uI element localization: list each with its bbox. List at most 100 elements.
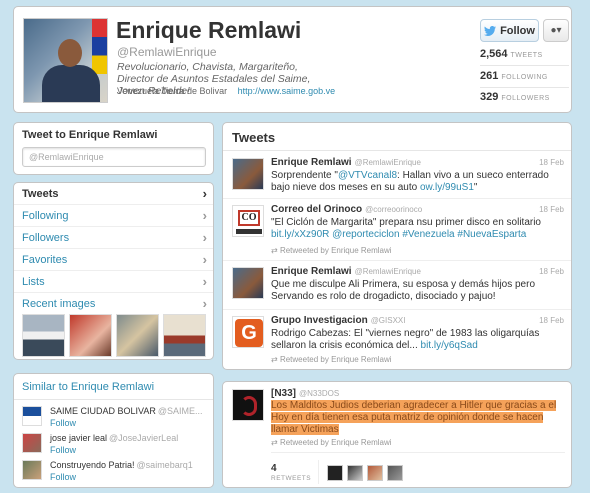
retweet-icon: ⇄ (271, 438, 280, 447)
stat-following-label: FOLLOWING (501, 74, 548, 81)
profile-location-line: Venezuela Tierra de Bolivar http://www.s… (117, 86, 335, 96)
stat-tweets[interactable]: 2,564 TWEETS (480, 48, 543, 60)
avatar[interactable] (232, 158, 264, 190)
retweeter-avatar[interactable] (387, 465, 403, 481)
retweet-count[interactable]: 4 (271, 463, 277, 474)
similar-user-row[interactable]: SAIME CIUDAD BOLIVAR @SAIME... Follow (22, 406, 212, 434)
correo-logo-text (236, 229, 262, 234)
chevron-right-icon: › (202, 230, 207, 245)
profile-url-link[interactable]: http://www.saime.gob.ve (238, 86, 336, 96)
mention-link[interactable]: @VTVcanal8 (338, 170, 397, 181)
tweets-title: Tweets (232, 130, 276, 145)
url-link[interactable]: ow.ly/99uS1 (420, 182, 474, 193)
follow-link[interactable]: Follow (50, 472, 76, 482)
avatar[interactable] (22, 460, 42, 480)
correo-logo: CO (238, 210, 260, 226)
profile-handle: @RemlawiEnrique (117, 45, 217, 59)
similar-user-name-line: jose javier leal @JoseJavierLeal (50, 433, 178, 443)
tweet-date[interactable]: 18 Feb (539, 205, 564, 214)
tweet-author-line: Enrique Remlawi @RemlawiEnrique (271, 266, 421, 277)
similar-user-name[interactable]: Construyendo Patria! (50, 460, 135, 470)
follow-link[interactable]: Follow (50, 445, 76, 455)
tweet-author-handle: @correoorinoco (365, 205, 423, 214)
tweet-author-handle: @RemlawiEnrique (354, 267, 421, 276)
tweet-item[interactable]: G Grupo Investigacion @GISXXI 18 Feb Rodr… (223, 310, 571, 369)
similar-user-row[interactable]: Construyendo Patria! @saimebarq1 Follow (22, 460, 212, 487)
url-link[interactable]: bit.ly/xXz90R (271, 229, 329, 240)
expanded-tweet[interactable]: [N33] @N33DOS Los Malditos Judios deberia… (222, 381, 572, 488)
nav-item-label: Following (22, 210, 69, 222)
avatar[interactable]: G (232, 316, 264, 348)
avatar[interactable] (232, 267, 264, 299)
nav-item-label: Lists (22, 276, 45, 288)
tweet-author-name[interactable]: Enrique Remlawi (271, 157, 352, 168)
hashtag-link[interactable]: #Venezuela (402, 229, 454, 240)
nav-item-recent-images[interactable]: Recent images › (14, 293, 213, 315)
divider (14, 399, 213, 400)
mention-link[interactable]: @reporteciclon (332, 229, 399, 240)
tweet-author-name[interactable]: Grupo Investigacion (271, 315, 368, 326)
tweet-date[interactable]: 18 Feb (539, 158, 564, 167)
stat-tweets-label: TWEETS (510, 52, 543, 59)
retweeted-by[interactable]: ⇄ Retweeted by Enrique Remlawi (271, 438, 392, 447)
similar-title[interactable]: Similar to Enrique Remlawi (22, 381, 154, 393)
retweeter-avatar[interactable] (347, 465, 363, 481)
tweet-date[interactable]: 18 Feb (539, 316, 564, 325)
recent-image-thumb[interactable] (163, 314, 206, 357)
avatar[interactable]: CO (232, 205, 264, 237)
avatar-head (58, 39, 82, 67)
follow-button[interactable]: Follow (480, 19, 539, 42)
retweeted-by-label: Retweeted by Enrique Remlawi (279, 246, 392, 255)
retweeted-by-label: Retweeted by Enrique Remlawi (279, 438, 392, 447)
divider (271, 452, 565, 453)
tweet-item[interactable]: Enrique Remlawi @RemlawiEnrique 18 Feb So… (223, 152, 571, 199)
recent-image-thumb[interactable] (116, 314, 159, 357)
tweet-author-name[interactable]: [N33] (271, 388, 296, 399)
similar-user-name[interactable]: jose javier leal (50, 433, 107, 443)
follow-button-label: Follow (500, 24, 535, 37)
recent-image-thumb[interactable] (22, 314, 65, 357)
chevron-right-icon: › (202, 274, 207, 289)
tweet-text: Rodrigo Cabezas: El "viernes negro" de 1… (271, 328, 563, 352)
tweet-to-input[interactable]: @RemlawiEnrique (22, 147, 206, 167)
similar-users-card: Similar to Enrique Remlawi SAIME CIUDAD … (13, 373, 214, 488)
profile-avatar[interactable] (23, 18, 108, 103)
tweet-text-part: "El Ciclón de Margarita" prepara nsu pri… (271, 217, 541, 228)
nav-item-favorites[interactable]: Favorites › (14, 249, 213, 271)
follow-link[interactable]: Follow (50, 418, 76, 428)
user-actions-button[interactable]: ●▾ (543, 19, 569, 42)
tweet-date[interactable]: 18 Feb (539, 267, 564, 276)
tweet-author-name[interactable]: Enrique Remlawi (271, 266, 352, 277)
avatar[interactable] (22, 433, 42, 453)
similar-user-row[interactable]: jose javier leal @JoseJavierLeal Follow (22, 433, 212, 461)
tweet-text: Que me disculpe Ali Primera, su esposa y… (271, 279, 536, 302)
nav-item-tweets[interactable]: Tweets › (14, 183, 213, 205)
chevron-right-icon: › (202, 208, 207, 223)
retweeter-avatar[interactable] (367, 465, 383, 481)
avatar[interactable] (22, 406, 42, 426)
nav-item-following[interactable]: Following › (14, 205, 213, 227)
avatar[interactable] (232, 389, 264, 421)
hashtag-link[interactable]: #NuevaEsparta (457, 229, 526, 240)
similar-user-name[interactable]: SAIME CIUDAD BOLIVAR (50, 406, 156, 416)
tweet-item[interactable]: Enrique Remlawi @RemlawiEnrique 18 Feb Qu… (223, 261, 571, 310)
tweets-header: Tweets (223, 123, 571, 151)
profile-name: Enrique Remlawi (116, 17, 302, 43)
tweet-item[interactable]: CO Correo del Orinoco @correoorinoco 18 F… (223, 199, 571, 261)
retweet-icon: ⇄ (271, 355, 280, 364)
retweeted-by[interactable]: ⇄ Retweeted by Enrique Remlawi (271, 355, 392, 364)
nav-item-lists[interactable]: Lists › (14, 271, 213, 293)
nav-item-followers[interactable]: Followers › (14, 227, 213, 249)
tweet-author-name[interactable]: Correo del Orinoco (271, 204, 362, 215)
nav-item-label: Recent images (22, 298, 96, 310)
stat-following[interactable]: 261 FOLLOWING (480, 70, 548, 82)
recent-image-thumb[interactable] (69, 314, 112, 357)
profile-card: Enrique Remlawi @RemlawiEnrique Revoluci… (13, 6, 572, 113)
chevron-right-icon: › (202, 252, 207, 267)
retweeter-avatar[interactable] (327, 465, 343, 481)
tweet-author-line: Enrique Remlawi @RemlawiEnrique (271, 157, 421, 168)
stat-followers[interactable]: 329 FOLLOWERS (480, 91, 550, 103)
retweeted-by[interactable]: ⇄ Retweeted by Enrique Remlawi (271, 246, 392, 255)
url-link[interactable]: bit.ly/y6qSad (421, 340, 478, 351)
n33-logo (241, 396, 257, 416)
